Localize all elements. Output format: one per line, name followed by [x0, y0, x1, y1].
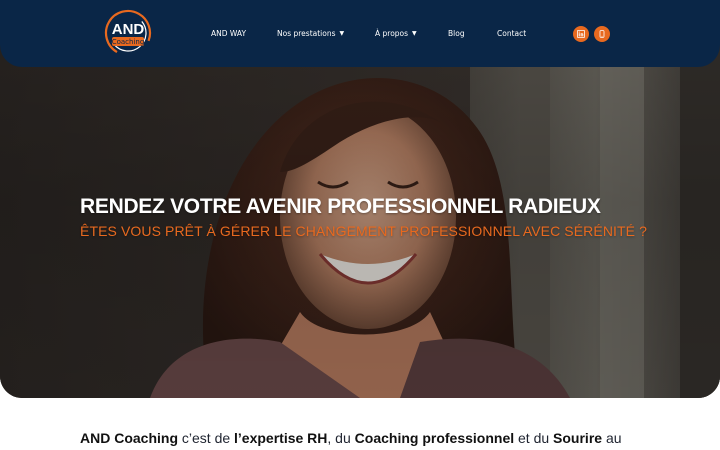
nav-contact[interactable]: Contact: [497, 27, 526, 41]
linkedin-button[interactable]: [573, 26, 589, 42]
logo-mark: AND Coaching: [104, 9, 152, 57]
hero-overlay: [0, 42, 720, 398]
intro-brand: AND Coaching: [80, 430, 178, 446]
hero-subtitle: ÊTES VOUS PRÊT À GÉRER LE CHANGEMENT PRO…: [80, 223, 647, 239]
nav-and-way-label: AND WAY: [211, 29, 247, 38]
intro-paragraph: AND Coaching c’est de l’expertise RH, du…: [80, 428, 640, 448]
intro-text: et du: [514, 430, 554, 446]
caret-down-icon: ▼: [339, 30, 345, 37]
intro-text: , du: [327, 430, 355, 446]
hero-title: RENDEZ VOTRE AVENIR PROFESSIONNEL RADIEU…: [80, 195, 601, 218]
linkedin-icon: [577, 30, 585, 38]
nav-blog-label: Blog: [448, 29, 465, 38]
intro-text: c’est de: [178, 430, 235, 446]
nav-nos-prestations-label: Nos prestations: [277, 29, 336, 38]
site-header: AND Coaching AND WAY Nos prestations ▼ À …: [0, 0, 720, 67]
hero-banner: RENDEZ VOTRE AVENIR PROFESSIONNEL RADIEU…: [0, 42, 720, 398]
intro-highlight-coaching: Coaching professionnel: [354, 430, 515, 446]
intro-highlight-sourire: Sourire: [553, 430, 603, 446]
intro-text: au: [602, 430, 622, 446]
nav-blog[interactable]: Blog: [448, 27, 465, 41]
logo-text-bottom: Coaching: [112, 38, 145, 46]
nav-nos-prestations[interactable]: Nos prestations ▼: [277, 27, 344, 41]
nav-contact-label: Contact: [497, 29, 527, 38]
caret-down-icon: ▼: [412, 30, 417, 37]
phone-button[interactable]: [594, 26, 610, 42]
intro-highlight-rh: l’expertise RH: [234, 430, 328, 446]
phone-icon: [599, 30, 605, 38]
nav-and-way[interactable]: AND WAY: [211, 27, 246, 41]
nav-a-propos-label: À propos: [375, 29, 409, 38]
logo-text-top: AND: [112, 21, 145, 38]
and-coaching-logo[interactable]: AND Coaching: [102, 8, 154, 58]
nav-a-propos[interactable]: À propos ▼: [375, 27, 417, 41]
